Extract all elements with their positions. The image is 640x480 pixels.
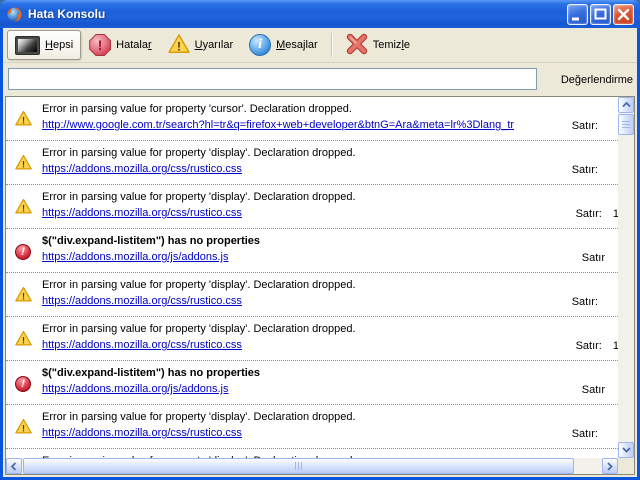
svg-text:!: ! [22,203,25,213]
filter-messages-button[interactable]: i Mesajlar [241,30,326,60]
console-source-link[interactable]: https://addons.mozilla.org/js/addons.js [42,251,229,263]
error-icon: ! [15,242,32,259]
warning-icon: ! [15,330,32,347]
minimize-button[interactable] [567,4,588,25]
console-message: Error in parsing value for property 'cur… [42,103,352,115]
titlebar[interactable]: Hata Konsolu [0,0,640,28]
svg-text:!: ! [22,335,25,345]
console-message: Error in parsing value for property 'dis… [42,279,356,291]
console-entry[interactable]: ! Error in parsing value for property 'd… [6,273,618,317]
scrollbar-corner [618,458,634,474]
clear-button[interactable]: Temizle [338,30,418,60]
svg-text:!: ! [22,423,25,433]
evaluate-row: Değerlendirme [3,64,637,95]
console-entry[interactable]: ! $("div.expand-listitem") has no proper… [6,229,618,273]
info-icon: i [249,34,271,56]
horizontal-scroll-thumb[interactable] [23,458,574,474]
filter-warnings-button[interactable]: ! Uyarılar [160,30,242,60]
console-source-link[interactable]: https://addons.mozilla.org/css/rustico.c… [42,427,242,439]
svg-text:!: ! [22,115,25,125]
evaluate-button[interactable]: Değerlendirme [561,70,633,90]
line-label: Satır:1 [576,340,618,352]
toolbar: Hepsi ! Hatalar ! Uyarılar i Mesajlar [3,28,637,63]
console-message: Error in parsing value for property 'dis… [42,147,356,159]
console-message: Error in parsing value for property 'dis… [42,411,356,423]
console-entry[interactable]: ! Error in parsing value for property 'd… [6,317,618,361]
line-label: Satır: [572,164,609,176]
console-entry[interactable]: ! Error in parsing value for property 'c… [6,97,618,141]
error-icon: ! [15,374,32,391]
console-source-link[interactable]: https://addons.mozilla.org/css/rustico.c… [42,163,242,175]
warning-icon: ! [15,110,32,127]
clear-x-icon [346,33,368,58]
line-label: Satır: [572,428,609,440]
line-label: Satır: [572,296,609,308]
console-source-link[interactable]: https://addons.mozilla.org/js/addons.js [42,383,229,395]
console-rows: ! Error in parsing value for property 'c… [6,97,618,458]
warning-icon: ! [15,418,32,435]
svg-text:!: ! [177,39,181,53]
console-entry[interactable]: ! Error in parsing value for property 'd… [6,141,618,185]
scroll-down-button[interactable] [618,442,634,458]
console-list: ! Error in parsing value for property 'c… [5,96,635,475]
line-label: Satır [582,252,616,264]
console-entry[interactable]: ! Error in parsing value for property 'd… [6,185,618,229]
console-message: $("div.expand-listitem") has no properti… [42,367,260,379]
console-source-link[interactable]: https://addons.mozilla.org/css/rustico.c… [42,207,242,219]
line-label: Satır: [572,120,609,132]
horizontal-scrollbar[interactable] [6,458,618,474]
console-message: Error in parsing value for property 'dis… [42,191,356,203]
warning-icon: ! [15,198,32,215]
svg-text:!: ! [22,291,25,301]
console-source-link[interactable]: https://addons.mozilla.org/css/rustico.c… [42,295,242,307]
console-source-link[interactable]: https://addons.mozilla.org/css/rustico.c… [42,339,242,351]
firefox-icon [6,6,23,23]
window-body: Hepsi ! Hatalar ! Uyarılar i Mesajlar [3,28,637,477]
vertical-scrollbar[interactable] [618,97,634,458]
console-entry[interactable]: ! $("div.expand-listitem") has no proper… [6,361,618,405]
console-message: Error in parsing value for property 'dis… [42,323,356,335]
filter-all-button[interactable]: Hepsi [7,30,81,60]
warning-icon: ! [168,33,190,58]
code-input[interactable] [8,68,537,90]
toolbar-divider [331,33,333,57]
scroll-up-button[interactable] [618,97,634,113]
console-entry[interactable]: ! Error in parsing value for property 'd… [6,405,618,449]
maximize-button[interactable] [590,4,611,25]
console-message: $("div.expand-listitem") has no properti… [42,235,260,247]
line-label: Satır:1 [576,208,618,220]
warning-icon: ! [15,154,32,171]
scroll-right-button[interactable] [602,458,618,474]
error-console-window: Hata Konsolu Hepsi ! Hatalar [0,0,640,480]
close-button[interactable] [613,4,634,25]
window-title: Hata Konsolu [28,7,567,21]
console-icon [15,36,40,55]
error-icon: ! [89,34,111,56]
scroll-left-button[interactable] [6,458,22,474]
line-label: Satır [582,384,616,396]
svg-text:!: ! [22,159,25,169]
console-entry[interactable]: ! Error in parsing value for property 'd… [6,449,618,458]
filter-errors-button[interactable]: ! Hatalar [81,30,159,60]
vertical-scroll-thumb[interactable] [618,114,634,135]
warning-icon: ! [15,286,32,303]
console-source-link[interactable]: http://www.google.com.tr/search?hl=tr&q=… [42,119,514,131]
